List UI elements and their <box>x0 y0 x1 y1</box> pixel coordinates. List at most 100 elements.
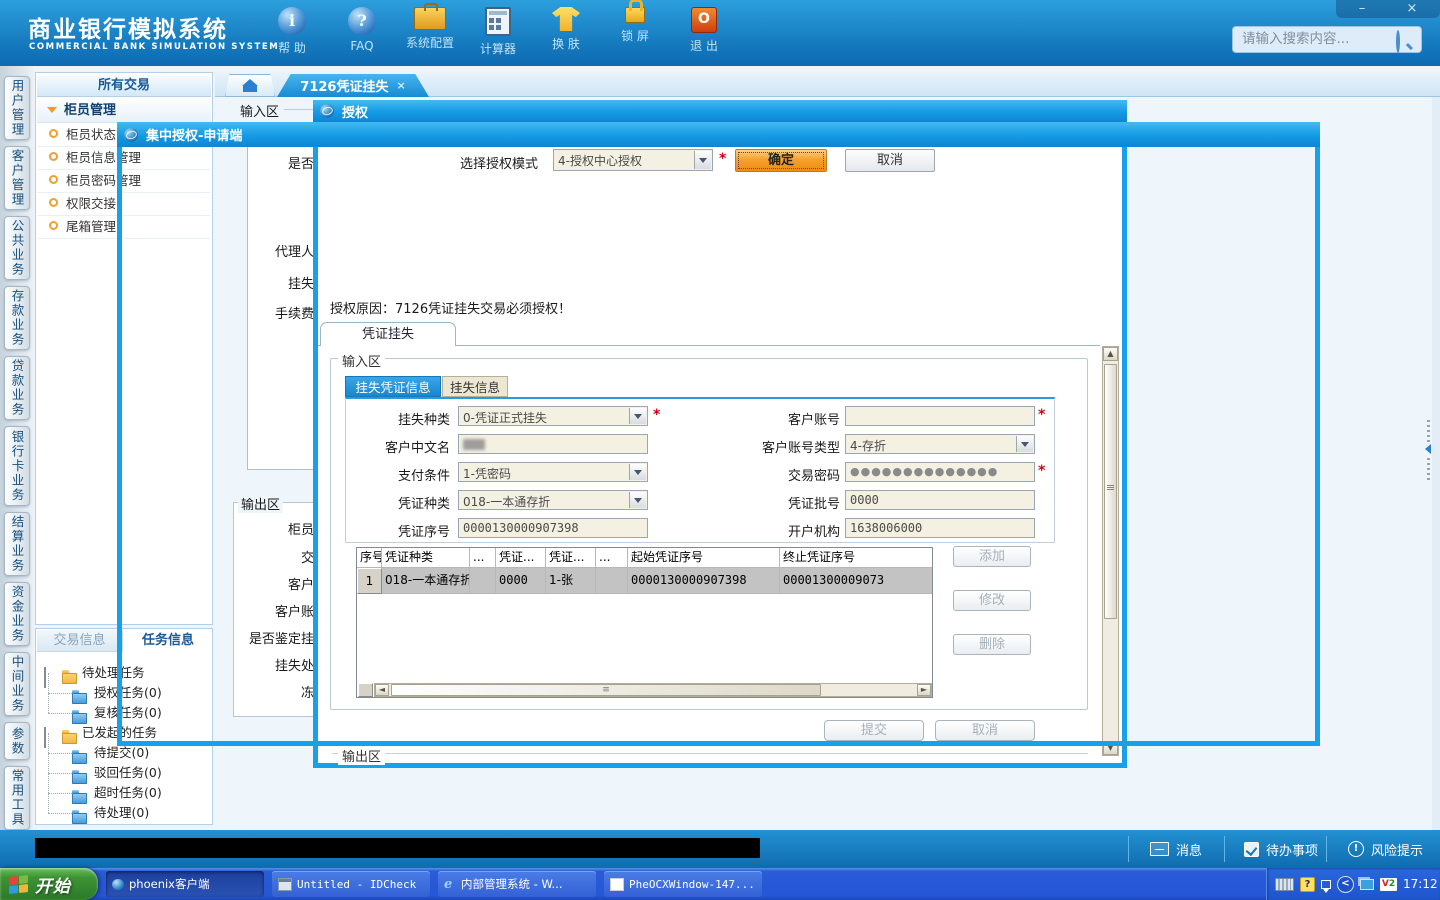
module-tab-customer[interactable]: 客户管理 <box>4 146 30 210</box>
tree-node-to-process[interactable]: 待处理(0) <box>72 803 149 824</box>
grid-header[interactable]: 凭证... <box>496 548 546 568</box>
grid-cell[interactable]: 0000130000907398 <box>628 568 780 594</box>
tree-toggle-icon[interactable] <box>44 667 46 688</box>
chevron-down-icon[interactable] <box>629 492 646 508</box>
message-button[interactable]: 消息 <box>1150 830 1202 868</box>
tab-task-info[interactable]: 任务信息 <box>124 630 212 652</box>
calculator-button[interactable]: 计算器 <box>466 7 530 57</box>
taskbar-item-pheocx[interactable]: PheOCXWindow-147... <box>604 871 762 897</box>
search-input[interactable]: 请输入搜索内容... <box>1232 26 1422 53</box>
antivirus-icon[interactable]: V2 <box>1380 877 1397 891</box>
cancel-button[interactable]: 取消 <box>845 149 935 172</box>
cust-name-input[interactable] <box>458 434 648 454</box>
tree-node-auth-tasks[interactable]: 授权任务(0) <box>72 683 162 704</box>
start-button[interactable]: 开始 <box>0 868 98 900</box>
home-tab[interactable] <box>225 74 275 97</box>
tab-transaction-info[interactable]: 交易信息 <box>37 630 123 652</box>
chevron-down-icon[interactable] <box>629 464 646 480</box>
loss-type-select[interactable]: 0-凭证正式挂失 <box>458 406 648 426</box>
auth-vscrollbar[interactable]: ▲ ▼ <box>1102 346 1119 756</box>
grid-header[interactable]: ... <box>596 548 628 568</box>
module-tab-interm[interactable]: 中间业务 <box>4 652 30 716</box>
lock-screen-button[interactable]: 锁 屏 <box>603 0 667 44</box>
tree-node-initiated-tasks[interactable]: 已发起的任务 <box>44 723 157 748</box>
grid-header[interactable]: ... <box>470 548 496 568</box>
tree-node-review-tasks[interactable]: 复核任务(0) <box>72 703 162 724</box>
module-tab-funds[interactable]: 资金业务 <box>4 582 30 646</box>
module-tab-public[interactable]: 公共业务 <box>4 216 30 280</box>
add-button[interactable]: 添加 <box>953 546 1031 567</box>
restore-icon[interactable] <box>1321 879 1331 893</box>
voucher-type-select[interactable]: 018-一本通存折 <box>458 490 648 510</box>
grid-header[interactable]: 序号 <box>357 548 382 568</box>
batch-input[interactable]: 0000 <box>845 490 1035 510</box>
grid-cell[interactable] <box>596 568 628 594</box>
scroll-right-icon[interactable]: ► <box>917 684 931 696</box>
tab-loss-info[interactable]: 挂失信息 <box>442 376 508 397</box>
grid-cell[interactable]: 00001300009073 <box>780 568 932 594</box>
language-bar-icon[interactable]: < <box>1337 875 1354 893</box>
grid-cell[interactable] <box>470 568 496 594</box>
grid-header[interactable]: 凭证种类 <box>382 548 470 568</box>
grid-cell[interactable]: 018-一本通存折 <box>382 568 470 594</box>
search-icon[interactable] <box>1396 30 1400 53</box>
collapse-arrow-icon[interactable] <box>1425 444 1431 454</box>
delete-button[interactable]: 删除 <box>953 634 1031 655</box>
auth-mode-select[interactable]: 4-授权中心授权 <box>553 149 713 171</box>
tree-node-rejected[interactable]: 驳回任务(0) <box>72 763 162 784</box>
chevron-down-icon[interactable] <box>1016 436 1033 452</box>
risk-button[interactable]: ! 风险提示 <box>1348 830 1423 868</box>
tab-7126-voucher-loss[interactable]: 7126凭证挂失 × <box>277 74 429 97</box>
outer-window-titlebar[interactable]: 集中授权-申请端 <box>117 122 1320 147</box>
module-tab-loan[interactable]: 贷款业务 <box>4 356 30 420</box>
module-tab-deposit[interactable]: 存款业务 <box>4 286 30 350</box>
help-button[interactable]: i 帮 助 <box>260 7 324 56</box>
nav-item-teller-password[interactable]: 柜员密码管理 <box>37 169 211 193</box>
scroll-left-icon[interactable]: ◄ <box>375 684 389 696</box>
grid-header[interactable]: 终止凭证序号 <box>780 548 932 568</box>
module-tab-tools[interactable]: 常用工具 <box>4 766 30 830</box>
password-input[interactable]: ●●●●●●●●●●●●●● <box>845 462 1035 482</box>
grid-header[interactable]: 起始凭证序号 <box>628 548 780 568</box>
tab-loss-voucher-info[interactable]: 挂失凭证信息 <box>345 376 441 397</box>
submit-button[interactable]: 提交 <box>824 720 924 741</box>
network-icon[interactable] <box>1360 878 1374 890</box>
grid-cell[interactable]: 0000 <box>496 568 546 594</box>
todo-button[interactable]: 待办事项 <box>1244 830 1318 868</box>
tab-close-icon[interactable]: × <box>396 79 405 92</box>
module-tab-user[interactable]: 用户管理 <box>4 76 30 140</box>
grid-cell[interactable]: 1-张 <box>546 568 596 594</box>
scroll-thumb[interactable]: ≡ <box>391 684 821 696</box>
tree-node-timeout[interactable]: 超时任务(0) <box>72 783 162 804</box>
ime-help-icon[interactable]: ? <box>1300 876 1315 892</box>
module-tab-bankcard[interactable]: 银行卡业务 <box>4 426 30 506</box>
keyboard-icon[interactable] <box>1275 877 1294 891</box>
faq-button[interactable]: ? FAQ <box>330 7 394 53</box>
branch-input[interactable]: 1638006000 <box>845 518 1035 538</box>
module-tab-settle[interactable]: 结算业务 <box>4 512 30 576</box>
grid-row-header[interactable]: 1 <box>357 568 382 594</box>
nav-item-perm-handover[interactable]: 权限交接 <box>37 192 211 216</box>
pay-cond-select[interactable]: 1-凭密码 <box>458 462 648 482</box>
minimize-button[interactable]: – <box>1348 1 1376 16</box>
system-config-button[interactable]: 系统配置 <box>398 3 462 51</box>
nav-item-cashbox[interactable]: 尾箱管理 <box>37 215 211 239</box>
account-type-select[interactable]: 4-存折 <box>845 434 1035 454</box>
serial-input[interactable]: 0000130000907398 <box>458 518 648 538</box>
confirm-button[interactable]: 确定 <box>735 149 827 172</box>
close-button[interactable]: × <box>1398 1 1426 16</box>
taskbar-item-idcheck[interactable]: Untitled - IDCheck <box>272 871 430 897</box>
form-cancel-button[interactable]: 取消 <box>935 720 1035 741</box>
grid-hscrollbar[interactable]: ◄ ≡ ► <box>374 683 932 697</box>
account-input[interactable] <box>845 406 1035 426</box>
modify-button[interactable]: 修改 <box>953 590 1031 611</box>
taskbar-item-phoenix[interactable]: phoenix客户端 <box>106 871 264 897</box>
nav-group-teller[interactable]: 柜员管理 <box>37 99 211 123</box>
taskbar-item-internal-mgmt[interactable]: e 内部管理系统 - W... <box>438 871 596 897</box>
auth-window-titlebar[interactable]: 授权 <box>313 100 1127 122</box>
tree-node-pending-tasks[interactable]: 待处理任务 <box>44 663 145 688</box>
chevron-down-icon[interactable] <box>694 151 711 169</box>
skin-button[interactable]: 换 肤 <box>534 7 598 52</box>
tree-node-to-submit[interactable]: 待提交(0) <box>72 743 149 764</box>
voucher-loss-page-tab[interactable]: 凭证挂失 <box>320 322 456 346</box>
